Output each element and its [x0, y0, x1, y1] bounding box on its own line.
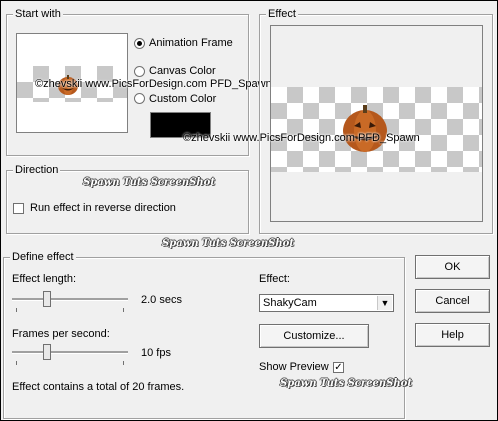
watermark-define: Spawn Tuts ScreenShot	[162, 238, 294, 249]
fps-value: 10 fps	[141, 347, 171, 359]
radio-animation-frame[interactable]	[134, 38, 145, 49]
preview-credit-text: ©zhevskii www.PicsForDesign.com PFD_Spaw…	[183, 132, 420, 144]
effect-length-slider[interactable]	[12, 290, 128, 312]
effect-preview-group: Effect ©zhevskii www.PicsForDesign.com P…	[183, 8, 493, 234]
radio-canvas-color-label[interactable]: Canvas Color	[149, 65, 216, 78]
direction-title: Direction	[13, 164, 61, 177]
start-with-title: Start with	[13, 8, 63, 21]
ok-button[interactable]: OK	[415, 255, 490, 279]
total-frames-text: Effect contains a total of 20 frames.	[12, 381, 185, 393]
effect-length-label: Effect length:	[12, 273, 77, 285]
start-credit-text: ©zhevskii www.PicsForDesign.com PFD_Spaw…	[35, 78, 272, 90]
checkmark-icon: ✓	[334, 362, 343, 373]
fps-slider[interactable]	[12, 343, 128, 365]
effect-type-label: Effect:	[259, 273, 290, 285]
reverse-direction-checkbox[interactable]	[13, 203, 24, 214]
show-preview-checkbox[interactable]: ✓	[333, 362, 344, 373]
radio-custom-color[interactable]	[134, 93, 145, 104]
watermark-direction: Spawn Tuts ScreenShot	[83, 177, 215, 188]
dialog-window: Start with Animation Frame Canvas Color …	[0, 0, 498, 421]
effect-length-thumb[interactable]	[43, 291, 51, 307]
effect-preview-title: Effect	[266, 8, 298, 21]
effect-type-select[interactable]: ShakyCam ▼	[259, 294, 394, 312]
fps-label: Frames per second:	[12, 328, 110, 340]
customize-button[interactable]: Customize...	[259, 324, 369, 348]
watermark-preview: Spawn Tuts ScreenShot	[280, 378, 412, 389]
show-preview-label[interactable]: Show Preview	[259, 361, 329, 374]
radio-animation-frame-label[interactable]: Animation Frame	[149, 37, 233, 50]
effect-preview-area: ©zhevskii www.PicsForDesign.com PFD_Spaw…	[183, 25, 483, 222]
reverse-direction-label[interactable]: Run effect in reverse direction	[30, 202, 176, 215]
radio-canvas-color[interactable]	[134, 66, 145, 77]
define-effect-title: Define effect	[10, 251, 76, 264]
effect-length-value: 2.0 secs	[141, 294, 182, 306]
pumpkin-preview-image	[343, 105, 387, 152]
direction-group: Direction Run effect in reverse directio…	[6, 164, 249, 234]
fps-thumb[interactable]	[43, 344, 51, 360]
chevron-down-icon[interactable]: ▼	[377, 296, 392, 310]
radio-custom-color-label[interactable]: Custom Color	[149, 93, 216, 106]
help-button[interactable]: Help	[415, 323, 490, 347]
cancel-button[interactable]: Cancel	[415, 289, 490, 313]
define-effect-group: Define effect Effect length: 2.0 secs Fr…	[3, 238, 412, 419]
effect-type-value: ShakyCam	[263, 297, 317, 309]
